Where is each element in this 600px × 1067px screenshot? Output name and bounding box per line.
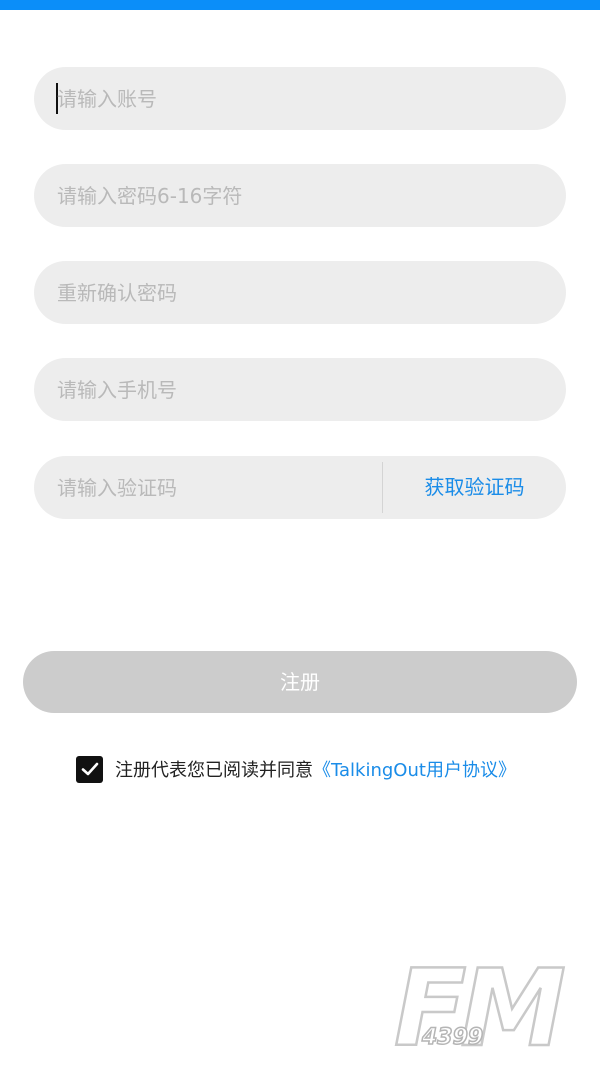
watermark-sub-text: 4399 [421, 1025, 483, 1050]
account-input[interactable] [57, 67, 537, 130]
phone-input[interactable] [57, 358, 537, 421]
password-field[interactable] [34, 164, 566, 227]
get-code-button[interactable]: 获取验证码 [383, 456, 566, 519]
register-button[interactable]: 注册 [23, 651, 577, 713]
checkmark-icon [81, 762, 98, 776]
agreement-link[interactable]: 《TalkingOut用户协议》 [313, 756, 516, 782]
verification-code-input[interactable] [57, 456, 377, 519]
confirm-password-input[interactable] [57, 261, 537, 324]
confirm-password-field[interactable] [34, 261, 566, 324]
agreement-row: 注册代表您已阅读并同意 《TalkingOut用户协议》 [76, 755, 516, 783]
verification-code-field[interactable]: 获取验证码 [34, 456, 566, 519]
password-input[interactable] [57, 164, 537, 227]
agreement-checkbox[interactable] [76, 755, 103, 783]
phone-field[interactable] [34, 358, 566, 421]
agreement-text: 注册代表您已阅读并同意 [115, 760, 313, 781]
top-accent-bar [0, 0, 600, 10]
fm-4399-logo: FM 4399 [393, 955, 568, 1055]
account-field[interactable] [34, 67, 566, 130]
